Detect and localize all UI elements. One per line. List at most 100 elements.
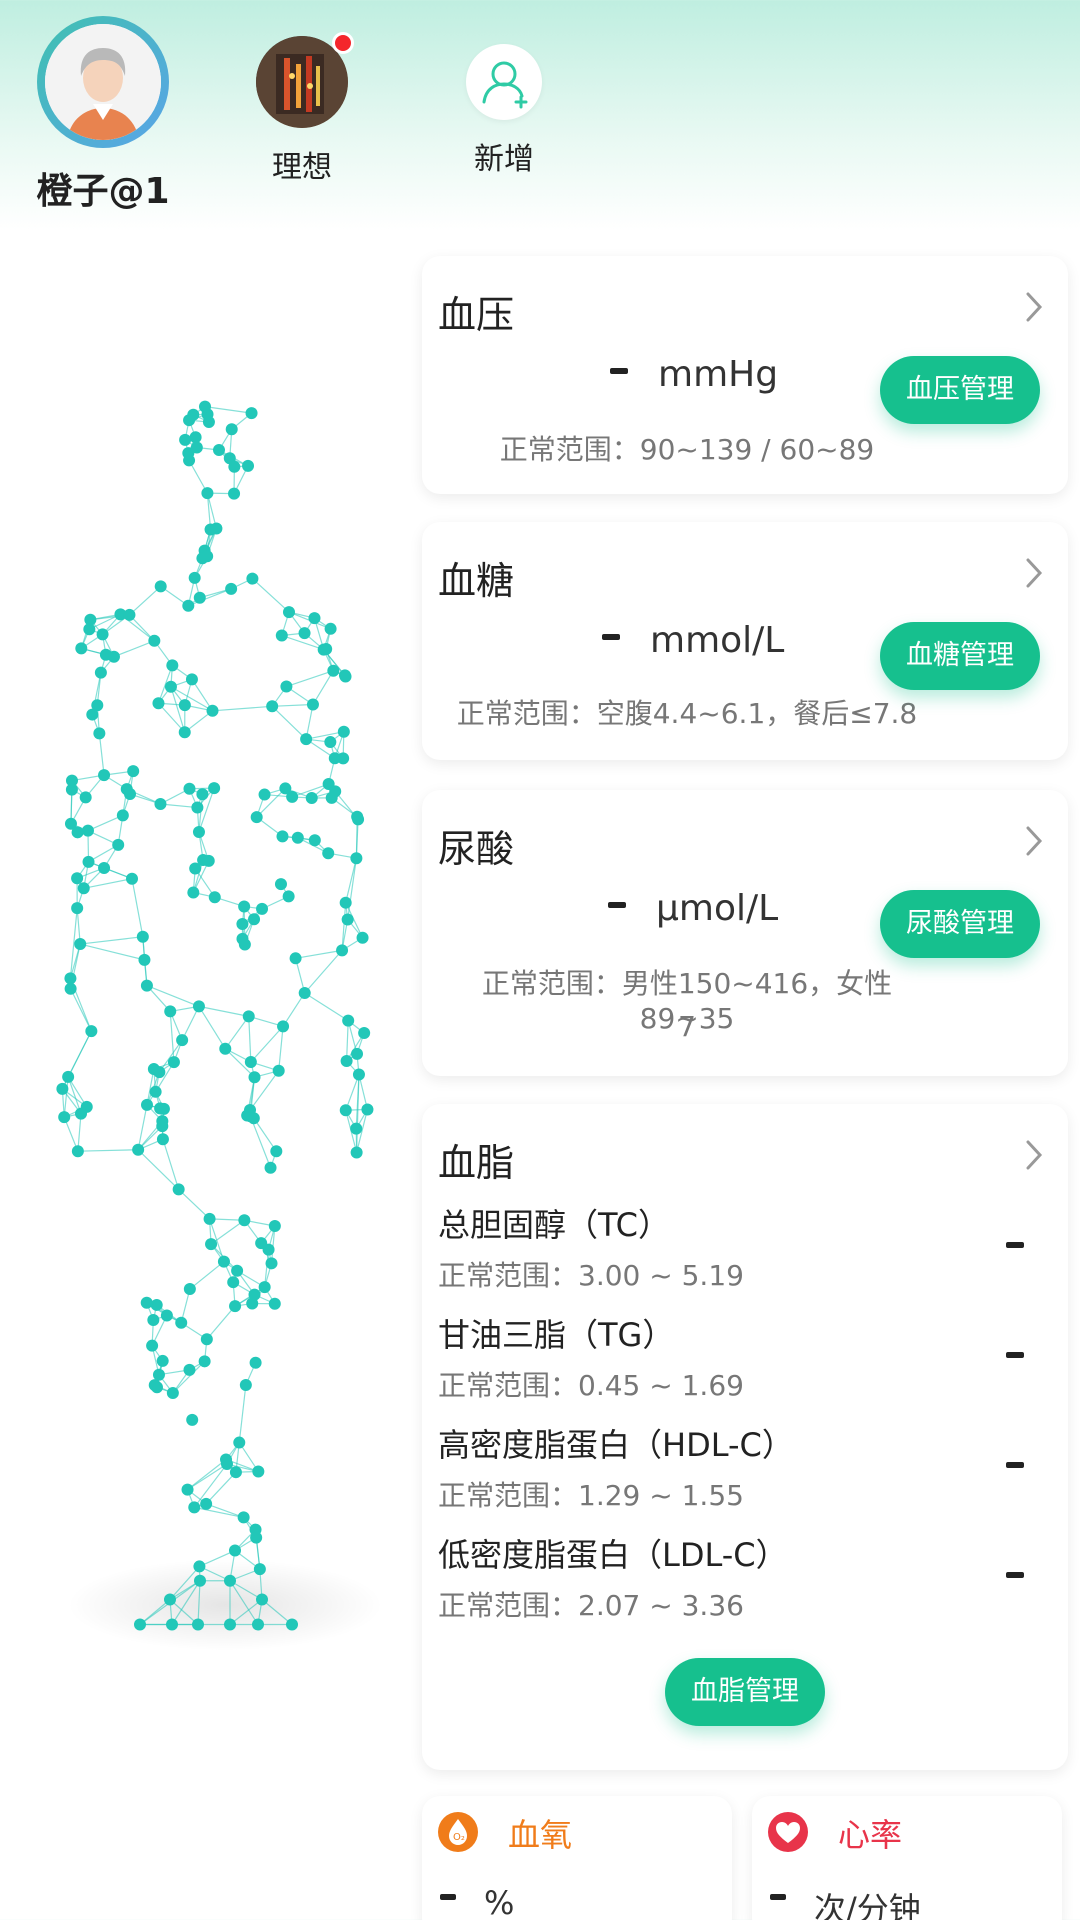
mesh-line (304, 949, 343, 994)
card-title: 血脂 (438, 1141, 515, 1185)
heart-icon (768, 1812, 808, 1852)
mesh-node (127, 765, 140, 778)
mesh-node (157, 1102, 170, 1115)
mesh-node (201, 550, 214, 563)
blood-oxygen-card[interactable]: O₂ 血氧 % (422, 1796, 732, 1920)
unit-label: mmHg (658, 354, 779, 395)
mesh-node (132, 1143, 145, 1156)
chevron-right-icon[interactable] (1020, 824, 1048, 858)
mesh-node (98, 769, 111, 782)
uric-acid-card[interactable]: 尿酸 μmol/L 正常范围：男性150~416，女性89~35 7 尿酸管理 (422, 790, 1068, 1076)
blood-sugar-manage-button[interactable]: 血糖管理 (880, 622, 1040, 690)
lipid-hdl-range: 正常范围：1.29 ~ 1.55 (438, 1479, 744, 1512)
mesh-node (327, 664, 340, 677)
mesh-node (208, 782, 221, 795)
mesh-node (244, 1104, 257, 1117)
uric-acid-manage-button[interactable]: 尿酸管理 (880, 890, 1040, 958)
mesh-node (255, 1237, 268, 1250)
blood-lipids-manage-button[interactable]: 血脂管理 (665, 1658, 825, 1726)
mesh-node (123, 608, 136, 621)
mesh-node (65, 783, 78, 796)
mesh-node (356, 931, 369, 944)
mesh-node (220, 1458, 233, 1471)
mesh-node (351, 810, 364, 823)
lipid-ldl-value (1006, 1572, 1024, 1578)
blood-lipids-card[interactable]: 血脂 总胆固醇（TC） 正常范围：3.00 ~ 5.19 甘油三脂（TG） 正常… (422, 1104, 1068, 1770)
mesh-node (140, 979, 153, 992)
profile-name: 橙子@1 (36, 171, 170, 212)
mesh-line (248, 1016, 252, 1063)
chevron-right-icon[interactable] (1020, 556, 1048, 590)
mesh-node (140, 1296, 153, 1309)
blood-pressure-card[interactable]: 血压 mmHg 正常范围：90~139 / 60~89 血压管理 (422, 256, 1068, 494)
mesh-node (154, 797, 167, 810)
mesh-line (205, 1471, 237, 1505)
mesh-node (64, 982, 77, 995)
mesh-node (236, 932, 249, 945)
mesh-node (191, 801, 204, 814)
mesh-node (204, 523, 217, 536)
mesh-node (75, 642, 88, 655)
chevron-right-icon[interactable] (1020, 290, 1048, 324)
mesh-node (196, 788, 209, 801)
chevron-right-icon[interactable] (1020, 1138, 1048, 1172)
normal-range-continued: 7 (678, 1010, 696, 1043)
mesh-node (84, 613, 97, 626)
unit-label: 次/分钟 (814, 1890, 921, 1920)
profile-current[interactable]: 橙子@1 (28, 16, 178, 214)
normal-range: 正常范围：90~139 / 60~89 (499, 433, 875, 466)
card-title: 血糖 (438, 559, 515, 603)
mesh-node (350, 1122, 363, 1135)
mesh-node (99, 648, 112, 661)
mesh-node (136, 930, 149, 943)
blood-pressure-manage-button[interactable]: 血压管理 (880, 356, 1040, 424)
mesh-line (304, 992, 349, 1022)
mesh-node (298, 986, 311, 999)
mesh-node (147, 1063, 160, 1076)
mesh-node (193, 591, 206, 604)
mesh-node (258, 1281, 271, 1294)
mesh-node (200, 1333, 213, 1346)
mesh-node (337, 725, 350, 738)
mesh-node (62, 1070, 75, 1083)
mesh-node (252, 1465, 265, 1478)
lipid-ldl-name: 低密度脂蛋白（LDL-C） (438, 1536, 788, 1574)
profile-name: 新增 (474, 142, 534, 177)
mesh-node (282, 890, 295, 903)
mesh-node (208, 891, 221, 904)
mesh-node (229, 1544, 242, 1557)
heart-rate-card[interactable]: 心率 次/分钟 (752, 1796, 1062, 1920)
mesh-node (58, 1111, 71, 1124)
blood-sugar-card[interactable]: 血糖 mmol/L 正常范围：空腹4.4~6.1，餐后≤7.8 血糖管理 (422, 522, 1068, 760)
mesh-node (231, 1264, 244, 1277)
add-profile-button[interactable]: 新增 (452, 44, 556, 178)
mesh-line (189, 1261, 225, 1290)
mesh-node (64, 817, 77, 830)
lipid-tg-value (1006, 1352, 1024, 1358)
mesh-node (166, 1387, 179, 1400)
mesh-node (219, 1042, 232, 1055)
mesh-node (164, 1005, 177, 1018)
lipid-hdl-value (1006, 1462, 1024, 1468)
unit-label: μmol/L (656, 888, 779, 929)
mesh-line (113, 640, 155, 658)
mesh-node (81, 824, 94, 837)
mesh-line (251, 578, 290, 613)
unit-label: mmol/L (650, 620, 785, 661)
mesh-node (192, 1000, 205, 1013)
mesh-node (291, 831, 304, 844)
mesh-node (166, 1618, 178, 1631)
mesh-node (120, 783, 133, 796)
mesh-node (71, 872, 84, 885)
mesh-node (239, 1378, 252, 1391)
mesh-node (286, 1618, 298, 1631)
lipid-ldl-range: 正常范围：2.07 ~ 3.36 (438, 1589, 744, 1622)
mesh-node (268, 1297, 281, 1310)
default-avatar-icon (45, 24, 161, 140)
mesh-node (166, 659, 179, 672)
profile-lixiang[interactable]: 理想 (250, 32, 354, 186)
mesh-node (244, 1056, 257, 1069)
mesh-line (271, 705, 307, 740)
mesh-node (164, 1593, 176, 1606)
mesh-line (171, 1580, 201, 1625)
